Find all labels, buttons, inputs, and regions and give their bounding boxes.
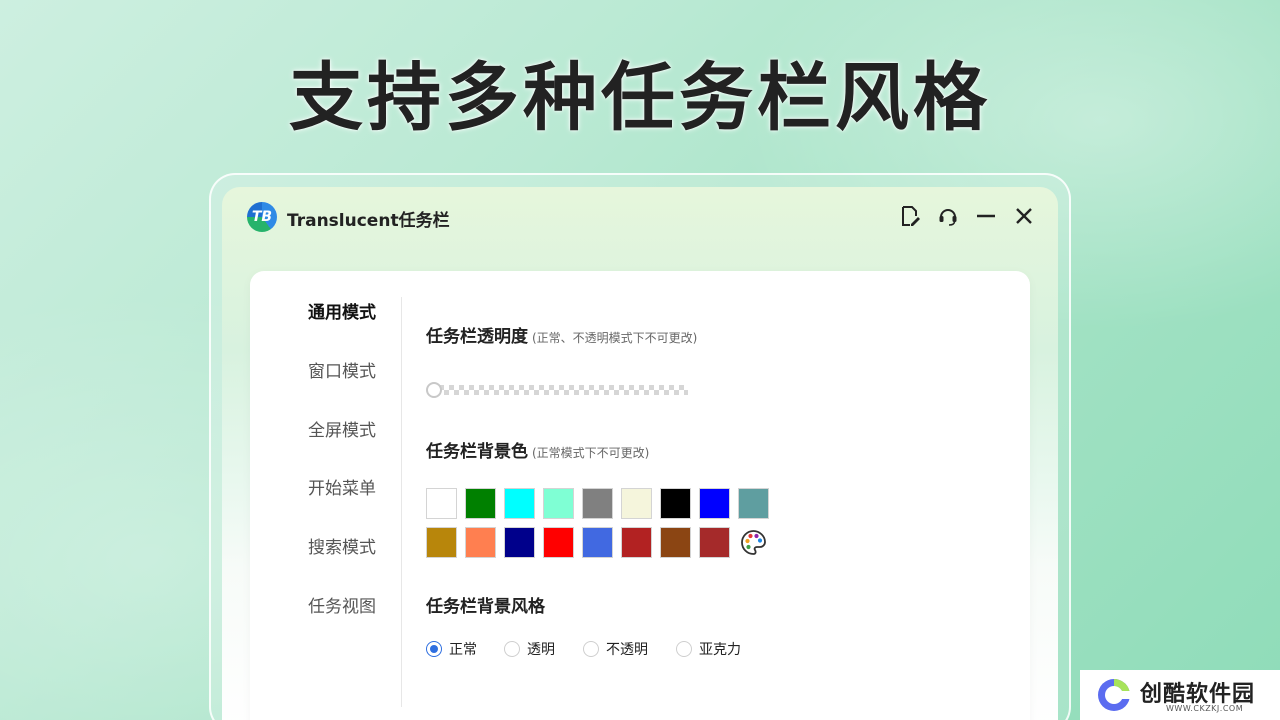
close-icon xyxy=(1016,208,1032,224)
settings-panel: 通用模式 窗口模式 全屏模式 开始菜单 搜索模式 任务视图 任务栏透明度 (正常、… xyxy=(250,271,1030,720)
radio-dot xyxy=(583,641,599,657)
app-window: TB Translucent任务栏 通用模式 窗口模式 全屏模式 开始菜单 搜索… xyxy=(222,187,1058,720)
sidebar-divider xyxy=(401,297,402,707)
palette-icon xyxy=(741,530,766,555)
radio-label: 亚克力 xyxy=(699,642,741,658)
color-swatch[interactable] xyxy=(543,488,574,519)
titlebar: TB Translucent任务栏 xyxy=(222,187,1058,247)
color-swatch[interactable] xyxy=(699,527,730,558)
radio-dot xyxy=(504,641,520,657)
settings-content: 任务栏透明度 (正常、不透明模式下不可更改) 任务栏背景色 (正常模式下不可更改) xyxy=(426,271,1026,720)
radio-opaque[interactable]: 不透明 xyxy=(583,639,648,659)
minimize-button[interactable] xyxy=(974,204,998,228)
transparency-section-title: 任务栏透明度 (正常、不透明模式下不可更改) xyxy=(426,322,697,347)
headset-icon xyxy=(939,209,957,226)
custom-color-button[interactable] xyxy=(738,527,769,558)
close-button[interactable] xyxy=(1012,204,1036,228)
slider-thumb[interactable] xyxy=(426,382,442,398)
radio-acrylic[interactable]: 亚克力 xyxy=(676,639,741,659)
radio-normal[interactable]: 正常 xyxy=(426,639,477,659)
color-swatch[interactable] xyxy=(660,527,691,558)
sidebar-nav: 通用模式 窗口模式 全屏模式 开始菜单 搜索模式 任务视图 xyxy=(250,271,401,720)
color-swatch[interactable] xyxy=(699,488,730,519)
edit-note-button[interactable] xyxy=(898,204,922,228)
bg-color-title: 任务栏背景色 xyxy=(426,442,528,462)
bg-color-section-title: 任务栏背景色 (正常模式下不可更改) xyxy=(426,437,649,462)
radio-label: 正常 xyxy=(449,642,477,658)
watermark: 创酷软件园 WWW.CKZKJ.COM xyxy=(1080,670,1280,720)
sidebar-item-fullscreen-mode[interactable]: 全屏模式 xyxy=(308,416,376,441)
color-swatch[interactable] xyxy=(504,527,535,558)
color-swatch[interactable] xyxy=(621,527,652,558)
radio-dot xyxy=(426,641,442,657)
radio-transparent[interactable]: 透明 xyxy=(504,639,555,659)
sidebar-item-start-menu[interactable]: 开始菜单 xyxy=(308,474,376,499)
app-title: Translucent任务栏 xyxy=(287,211,450,231)
sidebar-item-task-view[interactable]: 任务视图 xyxy=(308,592,376,617)
sidebar-item-general-mode[interactable]: 通用模式 xyxy=(308,298,376,323)
color-swatch[interactable] xyxy=(660,488,691,519)
bg-style-title: 任务栏背景风格 xyxy=(426,597,545,617)
color-swatch[interactable] xyxy=(465,488,496,519)
bg-style-options: 正常 透明 不透明 亚克力 xyxy=(426,639,1026,659)
radio-dot xyxy=(676,641,692,657)
watermark-logo xyxy=(1098,679,1132,711)
color-swatch[interactable] xyxy=(738,488,769,519)
color-swatch[interactable] xyxy=(621,488,652,519)
support-button[interactable] xyxy=(936,204,960,228)
color-swatch[interactable] xyxy=(465,527,496,558)
sidebar-item-window-mode[interactable]: 窗口模式 xyxy=(308,357,376,382)
color-swatch[interactable] xyxy=(504,488,535,519)
color-swatch[interactable] xyxy=(582,527,613,558)
color-swatch[interactable] xyxy=(426,488,457,519)
radio-label: 不透明 xyxy=(606,642,648,658)
transparency-title: 任务栏透明度 xyxy=(426,327,528,347)
minimize-icon xyxy=(977,214,995,218)
radio-label: 透明 xyxy=(527,642,555,658)
bg-color-note: (正常模式下不可更改) xyxy=(532,446,650,460)
edit-note-icon xyxy=(902,206,920,226)
promo-headline: 支持多种任务栏风格 xyxy=(289,55,991,141)
transparency-note: (正常、不透明模式下不可更改) xyxy=(532,331,698,345)
color-swatch[interactable] xyxy=(543,527,574,558)
app-logo-icon: TB xyxy=(247,202,277,232)
slider-track xyxy=(434,385,688,395)
sidebar-item-search-mode[interactable]: 搜索模式 xyxy=(308,533,376,558)
color-swatch[interactable] xyxy=(426,527,457,558)
color-swatch[interactable] xyxy=(582,488,613,519)
watermark-url: WWW.CKZKJ.COM xyxy=(1166,704,1244,713)
transparency-slider[interactable] xyxy=(426,382,688,398)
